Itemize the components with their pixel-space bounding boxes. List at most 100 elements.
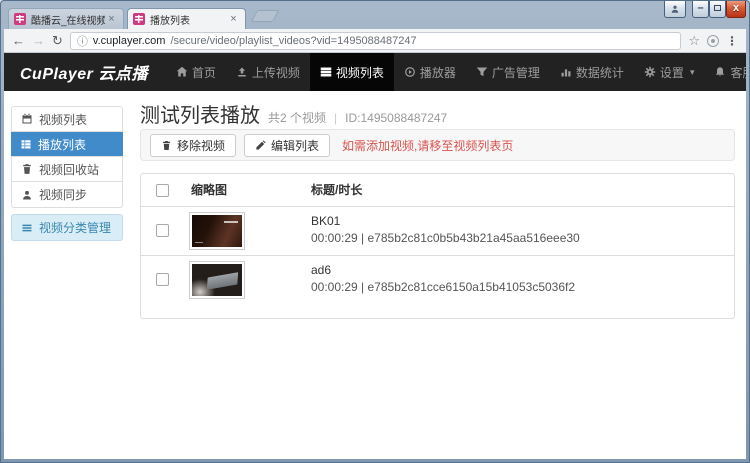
calendar-icon: [21, 113, 33, 125]
forward-button[interactable]: →: [32, 30, 45, 52]
close-button[interactable]: x: [726, 1, 746, 18]
browser-toolbar: ← → ↻ ⓘ v.cuplayer.com/secure/video/play…: [4, 29, 746, 53]
nav-label: 视频列表: [336, 64, 384, 81]
tab-title: 酷播云_在线视频全终端解决方案: [31, 12, 105, 27]
window-titlebar[interactable]: 酷播云_在线视频全终端解决方案 × 播放列表 × – x: [1, 1, 749, 29]
browser-window: 酷播云_在线视频全终端解决方案 × 播放列表 × – x ← → ↻ ⓘ v.c…: [0, 0, 750, 463]
filter-icon: [476, 66, 488, 78]
playlist-id: ID:1495088487247: [345, 111, 447, 125]
sidebar-item-recycle-bin[interactable]: 视频回收站: [12, 157, 122, 182]
upload-icon: [236, 66, 248, 78]
bookmark-star-icon[interactable]: ☆: [688, 33, 700, 49]
maximize-button[interactable]: [709, 1, 726, 18]
play-circle-icon: [404, 66, 416, 78]
tab-close-icon[interactable]: ×: [227, 13, 240, 26]
tab-close-icon[interactable]: ×: [105, 13, 118, 26]
cuplayer-favicon-icon: [14, 13, 26, 25]
support-label: 客服支持: [730, 64, 746, 81]
thumbnail-image: [192, 264, 242, 296]
table-header-row: 缩略图 标题/时长: [141, 174, 734, 207]
nav-label: 上传视频: [252, 64, 300, 81]
sidebar-label: 视频同步: [39, 186, 87, 203]
pencil-icon: [255, 140, 266, 151]
app-navbar: CuPlayer 云点播 首页 上传视频 视频列表 播放器 广告管理: [4, 53, 746, 91]
page-heading: 测试列表播放 共2 个视频 | ID:1495088487247: [140, 99, 447, 128]
trash-icon: [21, 163, 33, 175]
brand-logo[interactable]: CuPlayer 云点播: [4, 53, 166, 91]
new-tab-button[interactable]: [251, 10, 279, 22]
video-list-icon: [320, 66, 332, 78]
video-title: BK01: [311, 214, 340, 228]
url-domain: v.cuplayer.com: [93, 35, 166, 47]
back-button[interactable]: ←: [12, 30, 25, 52]
sidebar-label: 视频分类管理: [39, 219, 111, 236]
sidebar-menu: 视频列表 播放列表 视频回收站 视频同步: [11, 106, 123, 208]
remove-video-label: 移除视频: [177, 137, 225, 154]
sidebar-item-playlist[interactable]: 播放列表: [11, 132, 123, 157]
nav-item-ads[interactable]: 广告管理: [466, 53, 550, 91]
playlist-icon: [20, 138, 32, 150]
sidebar-label: 视频回收站: [39, 161, 99, 178]
chevron-down-icon: ▾: [690, 67, 695, 78]
home-icon: [176, 66, 188, 78]
nav-label: 首页: [192, 64, 216, 81]
navbar-right: 设置 ▾ 客服支持 ▾ 3048646311@qq... ▾: [634, 53, 746, 91]
edit-playlist-button[interactable]: 编辑列表: [244, 134, 330, 157]
support-dropdown[interactable]: 客服支持 ▾: [704, 53, 746, 91]
nav-label: 广告管理: [492, 64, 540, 81]
extension-icon[interactable]: [707, 35, 719, 47]
browser-content: ← → ↻ ⓘ v.cuplayer.com/secure/video/play…: [4, 29, 746, 459]
row-checkbox[interactable]: [156, 273, 169, 286]
video-thumbnail[interactable]: [189, 261, 245, 299]
playlist-video-table: 缩略图 标题/时长 BK01 00:00:29 | e785b2c81c0b5b…: [140, 173, 735, 319]
nav-item-upload[interactable]: 上传视频: [226, 53, 310, 91]
video-thumbnail[interactable]: [189, 212, 245, 250]
thumbnail-column-header: 缩略图: [191, 174, 227, 207]
video-duration-hash: 00:00:29 | e785b2c81c0b5b43b21a45aa516ee…: [311, 231, 580, 245]
browser-tab-active[interactable]: 播放列表 ×: [127, 8, 246, 29]
sidebar-item-video-list[interactable]: 视频列表: [12, 107, 122, 132]
playlist-toolbar: 移除视频 编辑列表 如需添加视频,请移至视频列表页: [140, 129, 735, 161]
video-title: ad6: [311, 263, 331, 277]
profile-button[interactable]: [664, 1, 686, 18]
tab-title: 播放列表: [150, 12, 227, 27]
remove-video-button[interactable]: 移除视频: [150, 134, 236, 157]
add-video-hint: 如需添加视频,请移至视频列表页: [342, 137, 513, 154]
row-checkbox[interactable]: [156, 224, 169, 237]
sidebar-label: 播放列表: [38, 136, 86, 153]
gear-icon: [644, 66, 656, 78]
nav-label: 数据统计: [576, 64, 624, 81]
thumbnail-image: [192, 215, 242, 247]
bar-chart-icon: [560, 66, 572, 78]
video-count: 共2 个视频: [268, 109, 326, 126]
page-title: 测试列表播放: [140, 99, 260, 128]
nav-item-video-list[interactable]: 视频列表: [310, 53, 394, 91]
sidebar-item-category-manage[interactable]: 视频分类管理: [11, 214, 123, 241]
nav-item-home[interactable]: 首页: [166, 53, 226, 91]
person-icon: [670, 4, 680, 14]
title-duration-column-header: 标题/时长: [311, 174, 362, 207]
minimize-button[interactable]: –: [692, 1, 709, 18]
edit-playlist-label: 编辑列表: [271, 137, 319, 154]
settings-dropdown[interactable]: 设置 ▾: [634, 53, 705, 91]
reload-button[interactable]: ↻: [52, 30, 63, 52]
select-all-checkbox[interactable]: [156, 184, 169, 197]
nav-item-player[interactable]: 播放器: [394, 53, 466, 91]
separator: |: [334, 111, 337, 125]
address-bar[interactable]: ⓘ v.cuplayer.com/secure/video/playlist_v…: [70, 32, 681, 50]
page-info-icon[interactable]: ⓘ: [77, 33, 88, 49]
trash-icon: [161, 140, 172, 151]
browser-menu-icon[interactable]: ⋮: [726, 34, 738, 48]
bell-icon: [714, 66, 726, 78]
sidebar-item-video-sync[interactable]: 视频同步: [12, 182, 122, 207]
browser-tab-inactive[interactable]: 酷播云_在线视频全终端解决方案 ×: [8, 8, 124, 29]
menu-lines-icon: [21, 222, 33, 234]
settings-label: 设置: [660, 64, 684, 81]
sync-user-icon: [21, 189, 33, 201]
url-path: /secure/video/playlist_videos?vid=149508…: [170, 35, 416, 47]
video-duration-hash: 00:00:29 | e785b2c81cce6150a15b41053c503…: [311, 280, 575, 294]
sidebar-label: 视频列表: [39, 111, 87, 128]
nav-item-stats[interactable]: 数据统计: [550, 53, 634, 91]
nav-label: 播放器: [420, 64, 456, 81]
page-body: 视频列表 播放列表 视频回收站 视频同步 视频分类管理: [4, 91, 746, 459]
